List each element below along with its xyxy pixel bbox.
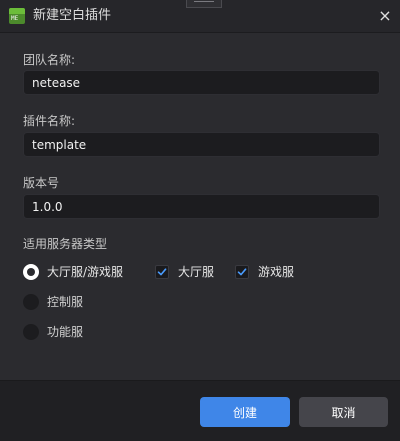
drag-handle-icon[interactable] bbox=[186, 0, 222, 8]
checkbox-lobby-server-label[interactable]: 大厅服 bbox=[178, 264, 214, 280]
checkbox-lobby-server[interactable] bbox=[155, 265, 169, 279]
app-logo-text: ME bbox=[11, 15, 19, 22]
checkbox-game-server[interactable] bbox=[235, 265, 249, 279]
version-label: 版本号 bbox=[23, 176, 60, 190]
team-name-input[interactable] bbox=[24, 71, 379, 94]
app-logo-icon: ME bbox=[9, 8, 25, 24]
plugin-name-label: 插件名称: bbox=[23, 114, 76, 128]
radio-lobby-game-server-label[interactable]: 大厅服/游戏服 bbox=[47, 264, 123, 280]
team-name-label: 团队名称: bbox=[23, 53, 76, 67]
create-button[interactable]: 创建 bbox=[200, 397, 290, 427]
radio-lobby-game-server[interactable] bbox=[23, 264, 39, 280]
close-button[interactable]: × bbox=[376, 7, 394, 25]
dialog-footer: 创建 取消 bbox=[0, 380, 400, 441]
radio-function-server[interactable] bbox=[23, 324, 39, 340]
checkbox-game-server-label[interactable]: 游戏服 bbox=[258, 264, 294, 280]
radio-function-server-label[interactable]: 功能服 bbox=[47, 324, 83, 340]
checkmark-icon bbox=[157, 268, 167, 276]
dialog-title: 新建空白插件 bbox=[33, 8, 112, 23]
radio-control-server-label[interactable]: 控制服 bbox=[47, 294, 83, 310]
server-type-label: 适用服务器类型 bbox=[23, 237, 108, 251]
radio-control-server[interactable] bbox=[23, 294, 39, 310]
title-bar[interactable]: ME 新建空白插件 × bbox=[0, 0, 400, 33]
team-name-field[interactable] bbox=[23, 70, 380, 95]
plugin-name-input[interactable] bbox=[24, 133, 379, 156]
checkmark-icon bbox=[237, 268, 247, 276]
version-field[interactable] bbox=[23, 194, 380, 219]
dialog-body: 团队名称: 插件名称: 版本号 适用服务器类型 大厅服/游戏服 大厅服 游戏服 … bbox=[0, 33, 400, 380]
plugin-name-field[interactable] bbox=[23, 132, 380, 157]
cancel-button[interactable]: 取消 bbox=[299, 397, 388, 427]
version-input[interactable] bbox=[24, 195, 379, 218]
